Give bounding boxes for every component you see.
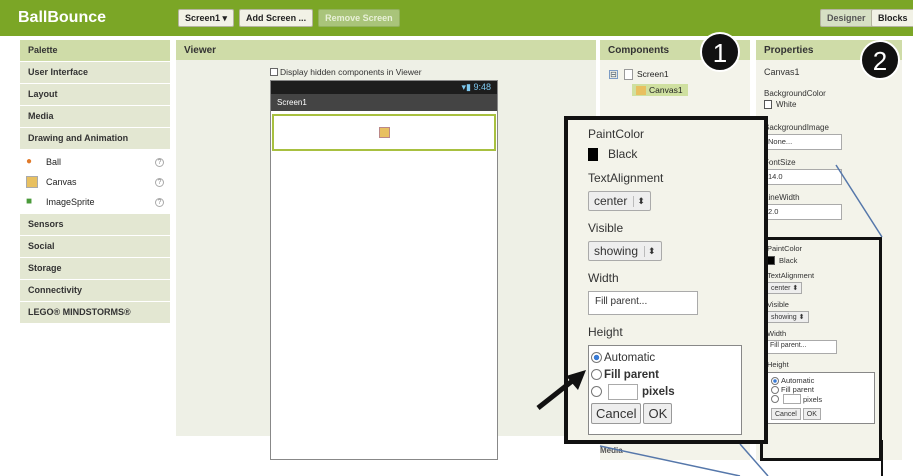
arrow-head xyxy=(566,370,586,390)
select-value: showing xyxy=(594,244,639,258)
radio-label: Fill parent xyxy=(604,368,659,381)
visible-select[interactable]: showing ⬍ xyxy=(588,241,662,261)
radio-button[interactable] xyxy=(591,369,602,380)
prop-label: PaintColor xyxy=(588,127,645,141)
radio-pixels[interactable]: pixels xyxy=(591,383,741,400)
select-value: center xyxy=(594,194,628,208)
prop-label: Height xyxy=(588,325,623,339)
width-field[interactable]: Fill parent... xyxy=(588,291,698,315)
callout-badge-1: 1 xyxy=(700,32,740,72)
prop-label: Visible xyxy=(588,221,624,235)
connector-line xyxy=(835,164,883,238)
radio-button[interactable] xyxy=(591,352,602,363)
pixels-input[interactable] xyxy=(608,383,638,400)
connector-line xyxy=(739,443,769,476)
zoom-frame-large: PaintColor Black TextAlignment center ⬍ V… xyxy=(564,116,768,444)
paint-color-picker[interactable]: Black xyxy=(588,147,744,161)
arrow-shaft xyxy=(536,376,578,410)
connector-lines xyxy=(599,164,883,476)
connector-line xyxy=(599,445,741,476)
text-alignment-select[interactable]: center ⬍ xyxy=(588,191,651,211)
color-swatch xyxy=(588,147,598,161)
prop-label: TextAlignment xyxy=(588,171,664,185)
height-options: Automatic Fill parent pixels Cancel OK xyxy=(588,345,742,435)
select-arrows-icon: ⬍ xyxy=(633,195,645,207)
prop-value: Black xyxy=(608,147,638,161)
cancel-button[interactable]: Cancel xyxy=(591,403,642,424)
pointer-arrow-icon xyxy=(536,370,586,410)
radio-label: Automatic xyxy=(604,351,656,364)
radio-fill-parent[interactable]: Fill parent xyxy=(591,366,741,383)
radio-label: pixels xyxy=(642,385,675,398)
radio-automatic[interactable]: Automatic xyxy=(591,349,741,366)
callout-badge-2: 2 xyxy=(860,40,900,80)
radio-button[interactable] xyxy=(591,386,602,397)
prop-label: Width xyxy=(588,271,619,285)
ok-button[interactable]: OK xyxy=(643,403,673,424)
select-arrows-icon: ⬍ xyxy=(644,245,656,257)
